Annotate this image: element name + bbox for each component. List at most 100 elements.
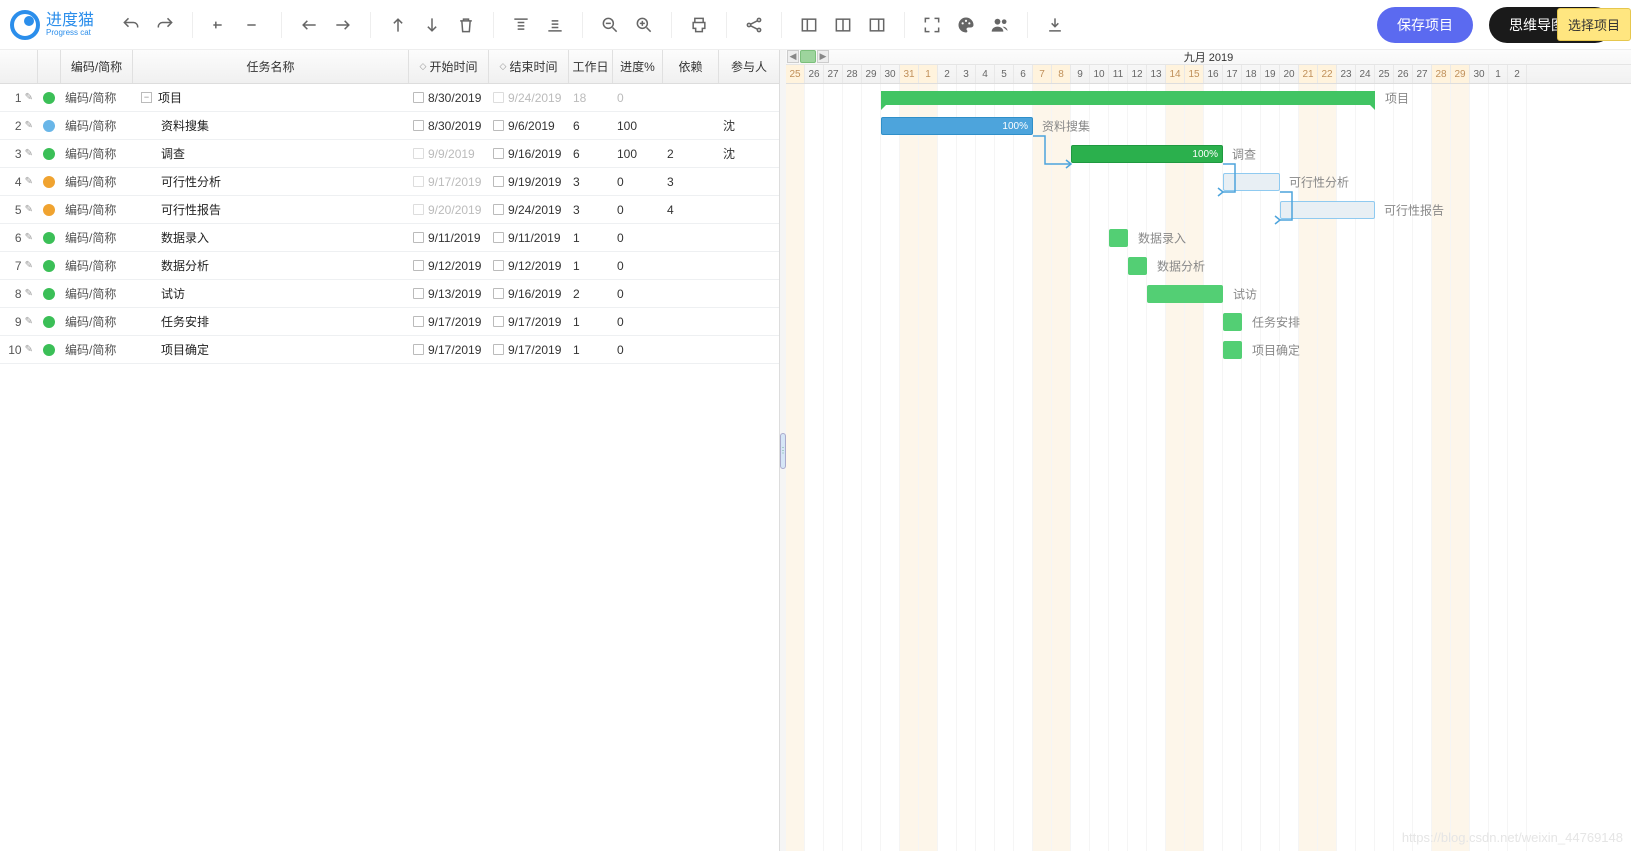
cell-workday[interactable]: 18	[569, 84, 613, 111]
cell-code[interactable]: 编码/简称	[61, 168, 133, 195]
delete-icon[interactable]	[454, 13, 478, 37]
cell-depend[interactable]	[663, 112, 719, 139]
day-cell[interactable]: 21	[1299, 65, 1318, 83]
col-code[interactable]: 编码/简称	[61, 50, 133, 83]
gantt-bar[interactable]: 试访	[1147, 285, 1223, 303]
day-cell[interactable]: 29	[862, 65, 881, 83]
cell-start[interactable]: 8/30/2019	[409, 112, 489, 139]
cell-code[interactable]: 编码/简称	[61, 196, 133, 223]
link-add-icon[interactable]	[208, 13, 232, 37]
cell-participant[interactable]	[719, 196, 779, 223]
day-cell[interactable]: 6	[1014, 65, 1033, 83]
cell-code[interactable]: 编码/简称	[61, 308, 133, 335]
gantt-bar[interactable]: 100%资料搜集	[881, 117, 1033, 135]
cell-progress[interactable]: 0	[613, 252, 663, 279]
cell-start[interactable]: 9/17/2019	[409, 308, 489, 335]
day-cell[interactable]: 19	[1261, 65, 1280, 83]
day-cell[interactable]: 30	[881, 65, 900, 83]
cell-task[interactable]: 调查	[133, 140, 409, 167]
cell-participant[interactable]	[719, 252, 779, 279]
indent-icon[interactable]	[331, 13, 355, 37]
cell-end[interactable]: 9/17/2019	[489, 308, 569, 335]
cell-start[interactable]: 9/20/2019	[409, 196, 489, 223]
zoom-out-icon[interactable]	[598, 13, 622, 37]
redo-icon[interactable]	[153, 13, 177, 37]
cell-start[interactable]: 9/12/2019	[409, 252, 489, 279]
cell-start[interactable]: 9/17/2019	[409, 336, 489, 363]
cell-depend[interactable]	[663, 252, 719, 279]
cell-end[interactable]: 9/16/2019	[489, 280, 569, 307]
cell-workday[interactable]: 1	[569, 308, 613, 335]
layout-left-icon[interactable]	[797, 13, 821, 37]
cell-depend[interactable]: 4	[663, 196, 719, 223]
gantt-bar[interactable]: 可行性报告	[1280, 201, 1375, 219]
table-row[interactable]: 6✎编码/简称数据录入9/11/20199/11/201910	[0, 224, 779, 252]
day-cell[interactable]: 25	[1375, 65, 1394, 83]
gantt-timeline-scroller[interactable]: ◀ ▶	[786, 50, 830, 64]
edit-icon[interactable]: ✎	[25, 232, 33, 243]
day-cell[interactable]: 1	[919, 65, 938, 83]
cell-workday[interactable]: 1	[569, 252, 613, 279]
table-row[interactable]: 10✎编码/简称项目确定9/17/20199/17/201910	[0, 336, 779, 364]
cell-end[interactable]: 9/24/2019	[489, 196, 569, 223]
zoom-in-icon[interactable]	[632, 13, 656, 37]
scroll-thumb[interactable]	[800, 50, 816, 63]
cell-start[interactable]: 8/30/2019	[409, 84, 489, 111]
cell-progress[interactable]: 0	[613, 336, 663, 363]
cell-end[interactable]: 9/11/2019	[489, 224, 569, 251]
day-cell[interactable]: 9	[1071, 65, 1090, 83]
edit-icon[interactable]: ✎	[25, 316, 33, 327]
cell-start[interactable]: 9/9/2019	[409, 140, 489, 167]
day-cell[interactable]: 13	[1147, 65, 1166, 83]
cell-task[interactable]: 可行性分析	[133, 168, 409, 195]
cell-participant[interactable]	[719, 168, 779, 195]
day-cell[interactable]: 25	[786, 65, 805, 83]
day-cell[interactable]: 5	[995, 65, 1014, 83]
fullscreen-icon[interactable]	[920, 13, 944, 37]
edit-icon[interactable]: ✎	[25, 92, 33, 103]
cell-progress[interactable]: 0	[613, 196, 663, 223]
align-bottom-icon[interactable]	[543, 13, 567, 37]
cell-participant[interactable]	[719, 224, 779, 251]
table-row[interactable]: 5✎编码/简称可行性报告9/20/20199/24/2019304	[0, 196, 779, 224]
cell-start[interactable]: 9/13/2019	[409, 280, 489, 307]
select-project-button[interactable]: 选择项目	[1557, 8, 1631, 41]
col-task[interactable]: 任务名称	[133, 50, 409, 83]
download-icon[interactable]	[1043, 13, 1067, 37]
day-cell[interactable]: 30	[1470, 65, 1489, 83]
cell-end[interactable]: 9/17/2019	[489, 336, 569, 363]
table-row[interactable]: 8✎编码/简称试访9/13/20199/16/201920	[0, 280, 779, 308]
edit-icon[interactable]: ✎	[25, 344, 33, 355]
cell-participant[interactable]	[719, 84, 779, 111]
cell-depend[interactable]	[663, 84, 719, 111]
day-cell[interactable]: 27	[1413, 65, 1432, 83]
cell-progress[interactable]: 0	[613, 84, 663, 111]
cell-depend[interactable]: 2	[663, 140, 719, 167]
gantt-bar[interactable]: 100%调查	[1071, 145, 1223, 163]
col-start[interactable]: ◇开始时间	[409, 50, 489, 83]
cell-task[interactable]: −项目	[133, 84, 409, 111]
undo-icon[interactable]	[119, 13, 143, 37]
day-cell[interactable]: 18	[1242, 65, 1261, 83]
scroll-right-icon[interactable]: ▶	[817, 50, 829, 63]
day-cell[interactable]: 22	[1318, 65, 1337, 83]
print-icon[interactable]	[687, 13, 711, 37]
gantt-bar[interactable]: 项目	[881, 91, 1375, 105]
day-cell[interactable]: 3	[957, 65, 976, 83]
cell-progress[interactable]: 0	[613, 280, 663, 307]
table-row[interactable]: 2✎编码/简称资料搜集8/30/20199/6/20196100沈	[0, 112, 779, 140]
edit-icon[interactable]: ✎	[25, 260, 33, 271]
edit-icon[interactable]: ✎	[25, 176, 33, 187]
cell-workday[interactable]: 6	[569, 140, 613, 167]
day-cell[interactable]: 1	[1489, 65, 1508, 83]
cell-workday[interactable]: 6	[569, 112, 613, 139]
day-cell[interactable]: 17	[1223, 65, 1242, 83]
day-cell[interactable]: 15	[1185, 65, 1204, 83]
col-participant[interactable]: 参与人	[719, 50, 779, 83]
cell-end[interactable]: 9/6/2019	[489, 112, 569, 139]
cell-progress[interactable]: 100	[613, 112, 663, 139]
day-cell[interactable]: 10	[1090, 65, 1109, 83]
gantt-bar[interactable]: 可行性分析	[1223, 173, 1280, 191]
day-cell[interactable]: 14	[1166, 65, 1185, 83]
day-cell[interactable]: 8	[1052, 65, 1071, 83]
